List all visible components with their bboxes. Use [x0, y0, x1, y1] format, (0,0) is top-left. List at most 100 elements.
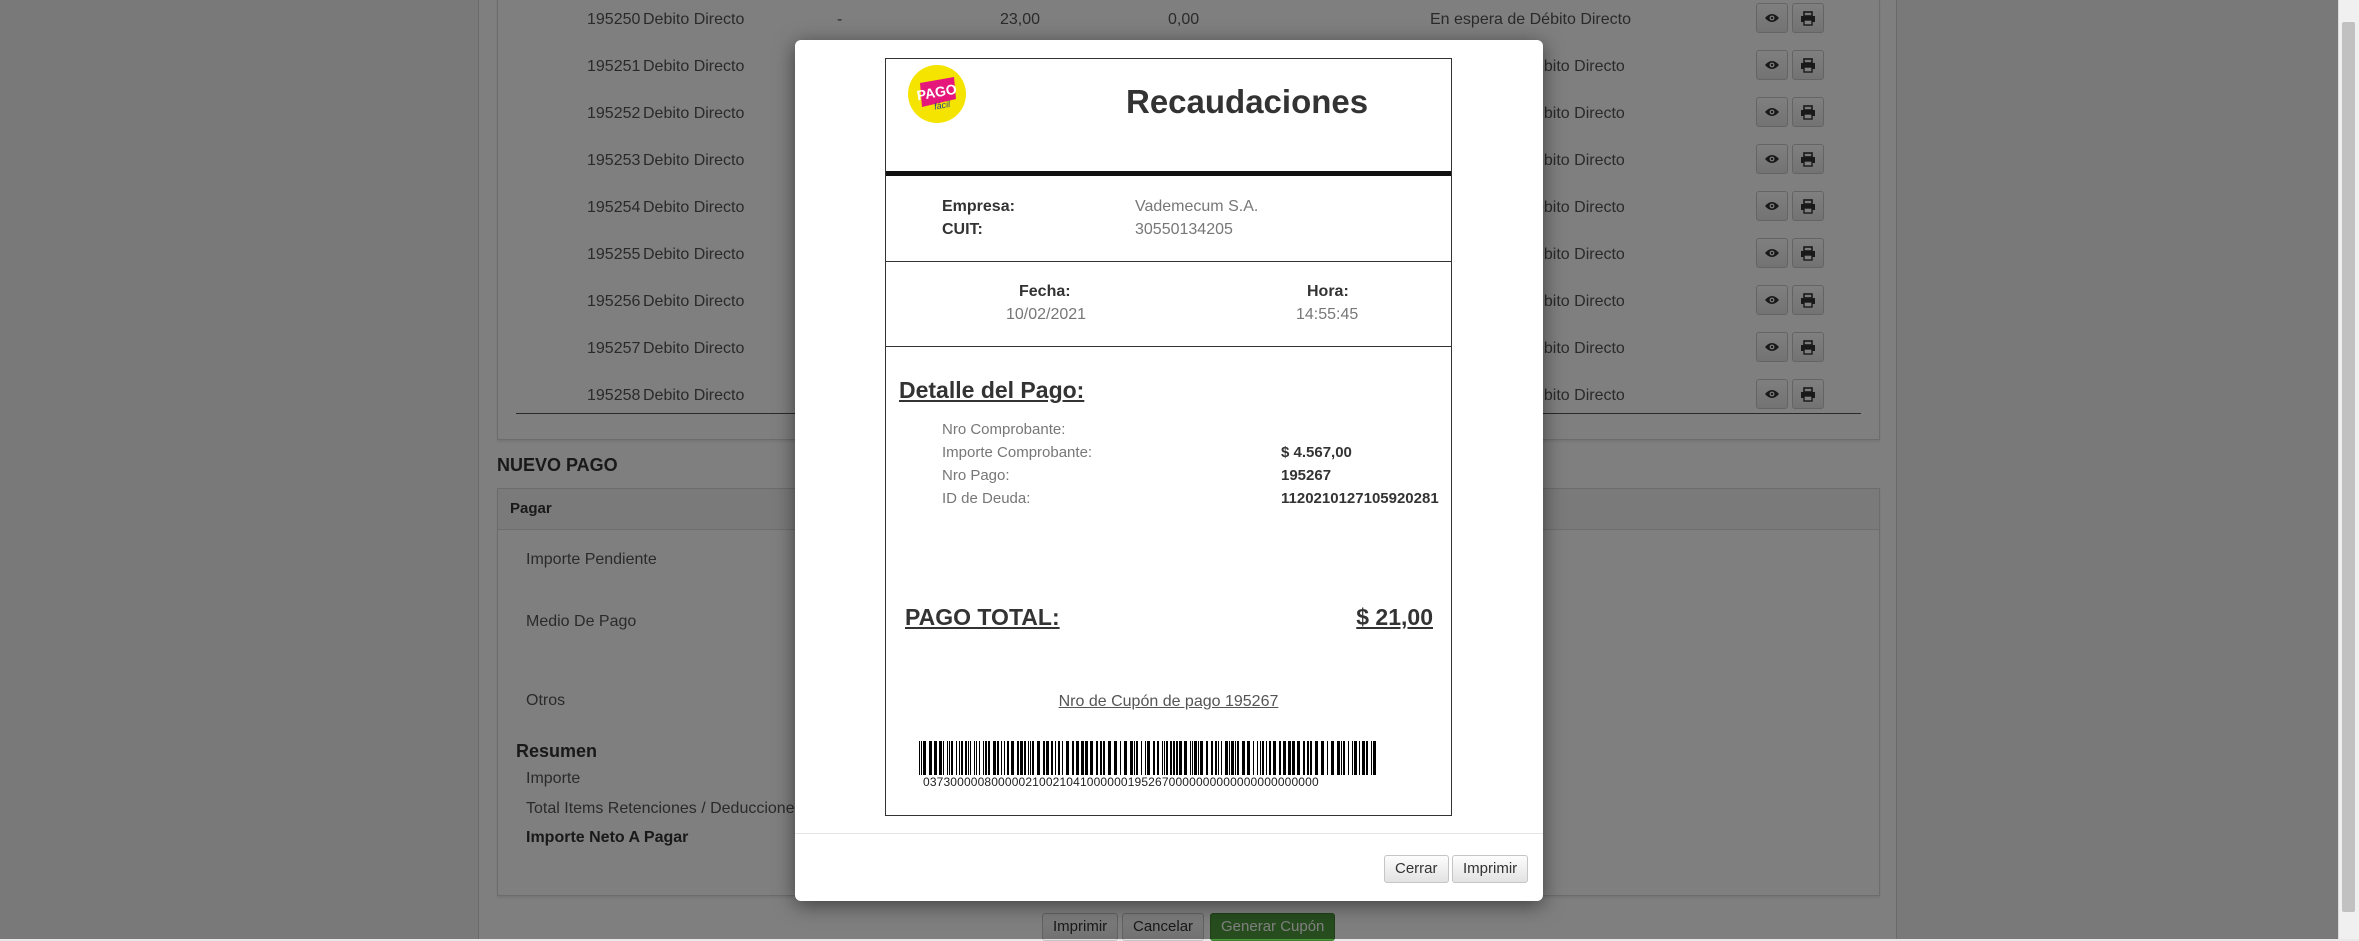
page-scrollbar[interactable] — [2338, 0, 2359, 939]
barcode-bar — [1198, 741, 1199, 775]
barcode-bar — [1166, 741, 1168, 775]
barcode-bar — [1037, 741, 1040, 775]
barcode-digits: 0373000008000002100210410000001952670000… — [923, 775, 1319, 789]
barcode-bar — [949, 741, 950, 775]
barcode-bar — [988, 741, 990, 775]
barcode-bar — [1055, 741, 1056, 775]
barcode-bar — [1307, 741, 1309, 775]
barcode-bar — [1235, 741, 1236, 775]
barcode-bar — [1242, 741, 1245, 775]
fecha-value: 10/02/2021 — [1006, 306, 1087, 323]
barcode-bar — [1359, 741, 1360, 775]
barcode-bar — [1157, 741, 1159, 775]
barcode-bar — [947, 741, 948, 775]
barcode-bar — [968, 741, 969, 775]
barcode-bar — [970, 741, 971, 775]
barcode-bar — [1032, 741, 1034, 775]
barcode-bar — [1343, 741, 1345, 775]
barcode-bar — [1024, 741, 1026, 775]
barcode-bar — [1114, 741, 1117, 775]
barcode-bar — [1237, 741, 1239, 775]
scrollbar-thumb[interactable] — [2342, 22, 2355, 912]
barcode-bar — [1124, 741, 1127, 775]
receipt-modal: PAGO fácil Recaudaciones Empresa: Vademe… — [795, 40, 1543, 901]
pago-facil-logo: PAGO fácil — [908, 65, 966, 123]
barcode-bar — [1162, 741, 1163, 775]
barcode-bar — [939, 741, 942, 775]
barcode-bar — [1145, 741, 1146, 775]
barcode-bar — [1229, 741, 1230, 775]
barcode-bar — [956, 741, 957, 775]
barcode-bar — [1247, 741, 1250, 775]
barcode-bar — [1100, 741, 1102, 775]
barcode-bar — [1076, 741, 1079, 775]
barcode-bar — [1043, 741, 1045, 775]
barcode-bar — [1184, 741, 1187, 775]
detalle-title: Detalle del Pago: — [899, 377, 1085, 403]
barcode-bar — [1130, 741, 1133, 775]
cupon-text: Nro de Cupón de pago 195267 — [1058, 693, 1279, 710]
detalle-label: Nro Pago: — [942, 467, 1010, 484]
barcode-bar — [1051, 741, 1053, 775]
detalle-list: Nro Comprobante: Importe Comprobante: $ 4.… — [886, 421, 1451, 521]
barcode-bar — [1085, 741, 1088, 775]
barcode-bar — [1072, 741, 1074, 775]
barcode-bar — [1134, 741, 1135, 775]
barcode-bar — [1279, 741, 1281, 775]
barcode-bar — [1001, 741, 1002, 775]
header-thick-divider — [886, 171, 1451, 176]
barcode-bar — [1200, 741, 1203, 775]
barcode-bar — [1283, 741, 1286, 775]
barcode-bar — [1352, 741, 1353, 775]
barcode-bar — [1331, 741, 1334, 775]
barcode-bar — [1020, 741, 1023, 775]
barcode-bar — [1179, 741, 1182, 775]
barcode-bar — [951, 741, 953, 775]
barcode-bar — [1108, 741, 1111, 775]
empresa-value: Vademecum S.A. — [1135, 198, 1259, 215]
barcode-bar — [1373, 741, 1376, 775]
barcode-bar — [1225, 741, 1228, 775]
barcode-bar — [979, 741, 980, 775]
modal-footer: Cerrar Imprimir — [795, 833, 1543, 901]
barcode — [919, 741, 1376, 775]
cerrar-button[interactable]: Cerrar — [1384, 855, 1449, 883]
empresa-divider — [886, 261, 1451, 262]
barcode-bar — [1253, 741, 1254, 775]
barcode-bar — [1004, 741, 1005, 775]
barcode-bar — [1164, 741, 1165, 775]
barcode-bar — [959, 741, 960, 775]
barcode-bar — [1046, 741, 1049, 775]
barcode-bar — [1341, 741, 1342, 775]
detalle-value: $ 4.567,00 — [1281, 444, 1352, 461]
barcode-bar — [1090, 741, 1093, 775]
empresa-label: Empresa: — [942, 198, 1015, 215]
barcode-bar — [1194, 741, 1197, 775]
barcode-bar — [1066, 741, 1069, 775]
barcode-bar — [1321, 741, 1324, 775]
barcode-bar — [976, 741, 977, 775]
barcode-bar — [1366, 741, 1368, 775]
pago-total-value: $ 21,00 — [1356, 604, 1433, 630]
barcode-bar — [1103, 741, 1105, 775]
barcode-bar — [1096, 741, 1098, 775]
barcode-bar — [1231, 741, 1234, 775]
fecha-divider — [886, 346, 1451, 347]
barcode-bar — [1215, 741, 1217, 775]
barcode-bar — [961, 741, 963, 775]
barcode-bar — [1007, 741, 1009, 775]
barcode-bar — [1260, 741, 1261, 775]
barcode-bar — [929, 741, 932, 775]
detalle-value: 1120210127105920281 — [1281, 490, 1439, 507]
barcode-bar — [1192, 741, 1193, 775]
barcode-bar — [1170, 741, 1172, 775]
barcode-bar — [1147, 741, 1150, 775]
barcode-bar — [1297, 741, 1300, 775]
barcode-bar — [1206, 741, 1208, 775]
barcode-bar — [1030, 741, 1031, 775]
detalle-label: Importe Comprobante: — [942, 444, 1093, 461]
detalle-label: Nro Comprobante: — [942, 421, 1066, 438]
barcode-bar — [1190, 741, 1191, 775]
barcode-bar — [1371, 741, 1372, 775]
imprimir-button[interactable]: Imprimir — [1452, 855, 1529, 883]
